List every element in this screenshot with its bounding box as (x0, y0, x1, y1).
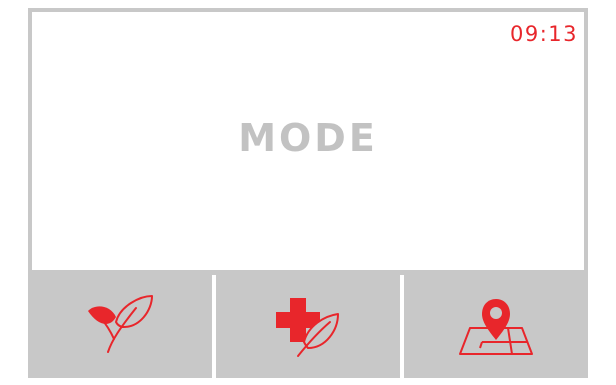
clock-time: 09:13 (509, 22, 578, 46)
location-mode-button[interactable] (404, 270, 588, 378)
plant-leaves-icon (80, 284, 160, 364)
health-mode-button[interactable] (216, 270, 400, 378)
page-title: MODE (238, 116, 378, 160)
device-frame: 09:13 MODE (28, 8, 588, 378)
map-pin-icon (448, 284, 544, 364)
medical-cross-leaf-icon (268, 284, 348, 364)
eco-mode-button[interactable] (28, 270, 212, 378)
mode-button-bar (28, 270, 588, 378)
display-screen: 09:13 MODE (32, 12, 584, 270)
